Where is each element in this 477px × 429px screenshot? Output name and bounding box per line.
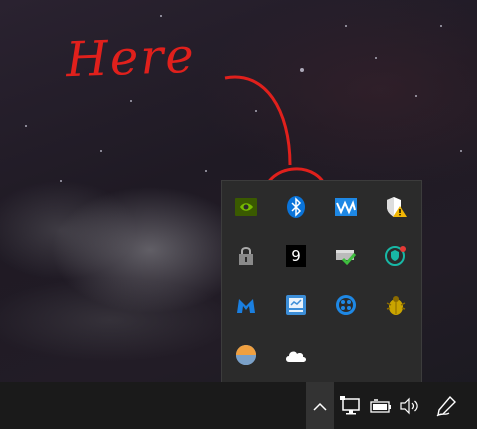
lock-app-icon[interactable] bbox=[233, 243, 259, 269]
vpn-shield-icon[interactable] bbox=[383, 243, 409, 269]
weather-icon[interactable] bbox=[233, 342, 259, 368]
show-hidden-icons-button[interactable] bbox=[306, 382, 334, 429]
circle-dots-icon[interactable] bbox=[333, 292, 359, 318]
battery-icon[interactable] bbox=[368, 382, 394, 429]
tray-overflow-flyout: 9 bbox=[221, 180, 422, 382]
pen-icon[interactable] bbox=[433, 382, 459, 429]
network-monitor-icon[interactable] bbox=[338, 382, 364, 429]
number-badge-label: 9 bbox=[286, 245, 306, 267]
security-warning-icon[interactable] bbox=[383, 194, 409, 220]
chevron-up-icon bbox=[313, 402, 327, 411]
nvidia-icon[interactable] bbox=[233, 194, 259, 220]
onedrive-cloud-icon[interactable] bbox=[283, 342, 309, 368]
network-manager-icon[interactable] bbox=[283, 292, 309, 318]
volume-icon[interactable] bbox=[397, 382, 423, 429]
drive-check-icon[interactable] bbox=[333, 243, 359, 269]
bug-icon[interactable] bbox=[383, 292, 409, 318]
taskbar bbox=[0, 382, 477, 429]
number-badge-icon[interactable]: 9 bbox=[283, 243, 309, 269]
bluetooth-icon[interactable] bbox=[283, 194, 309, 220]
malwarebytes-icon[interactable] bbox=[233, 292, 259, 318]
waves-audio-icon[interactable] bbox=[333, 194, 359, 220]
